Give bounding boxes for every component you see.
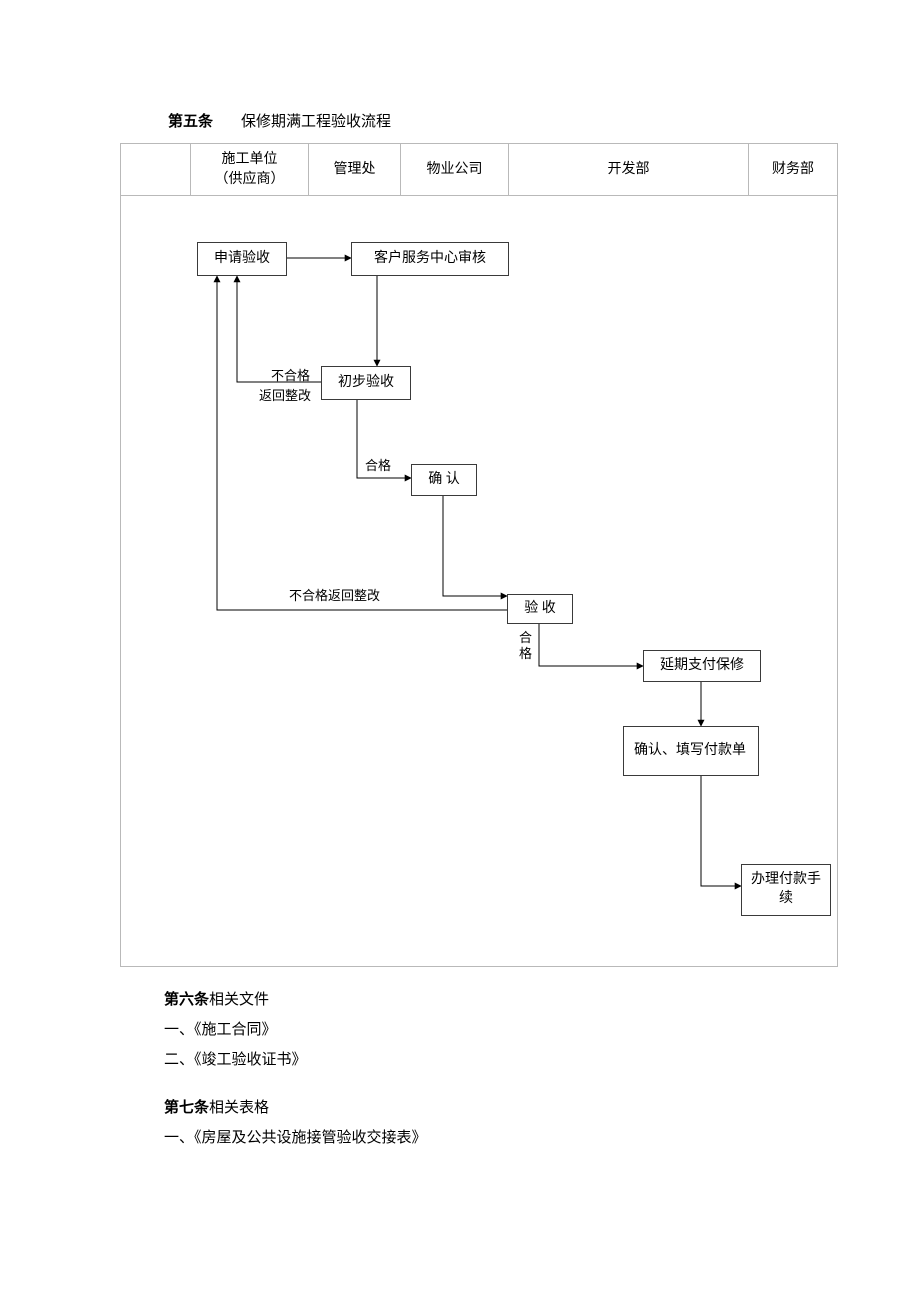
article-5-number: 第五条 [168,114,213,130]
edge-label-pass2: 合格 [519,630,535,661]
edge-label-pass1: 合格 [365,458,391,474]
node-defer: 延期支付保修 [643,650,761,682]
article-6-heading: 第六条相关文件 [164,985,920,1015]
article-7-item: 一、《房屋及公共设施接管验收交接表》 [164,1123,920,1153]
article-5-title: 保修期满工程验收流程 [241,114,391,130]
edge-label-fail2: 不合格返回整改 [289,588,380,604]
swimlane-col-dev: 开发部 [509,144,749,195]
swimlane-body: 申请验收 客户服务中心审核 初步验收 确 认 验 收 延期支付保修 确认、填写付… [121,196,837,966]
swimlane-flowchart: 施工单位 （供应商） 管理处 物业公司 开发部 财务部 [120,143,838,967]
node-confirm: 确 认 [411,464,477,496]
node-prelim: 初步验收 [321,366,411,400]
swimlane-col-property: 物业公司 [401,144,509,195]
article-5-heading: 第五条 保修期满工程验收流程 [168,110,920,131]
article-6-item: 二、《竣工验收证书》 [164,1045,920,1075]
article-6-title: 相关文件 [209,992,269,1008]
body-text-block: 第六条相关文件 一、《施工合同》 二、《竣工验收证书》 第七条相关表格 一、《房… [164,985,920,1153]
swimlane-col-contractor: 施工单位 （供应商） [191,144,309,195]
node-accept: 验 收 [507,594,573,624]
flow-connectors [121,196,837,966]
article-7-title: 相关表格 [209,1100,269,1116]
swimlane-col-finance: 财务部 [749,144,837,195]
edge-label-fail1a: 不合格 [271,368,310,384]
swimlane-header-row: 施工单位 （供应商） 管理处 物业公司 开发部 财务部 [121,143,837,196]
node-cs-audit: 客户服务中心审核 [351,242,509,276]
article-7-number: 第七条 [164,1100,209,1116]
node-apply: 申请验收 [197,242,287,276]
swimlane-col-blank [121,144,191,195]
article-6-number: 第六条 [164,992,209,1008]
node-fillpay: 确认、填写付款单 [623,726,759,776]
swimlane-col-mgmt: 管理处 [309,144,401,195]
article-7-heading: 第七条相关表格 [164,1093,920,1123]
edge-label-fail1b: 返回整改 [259,388,311,404]
article-6-item: 一、《施工合同》 [164,1015,920,1045]
node-dopay: 办理付款手续 [741,864,831,916]
